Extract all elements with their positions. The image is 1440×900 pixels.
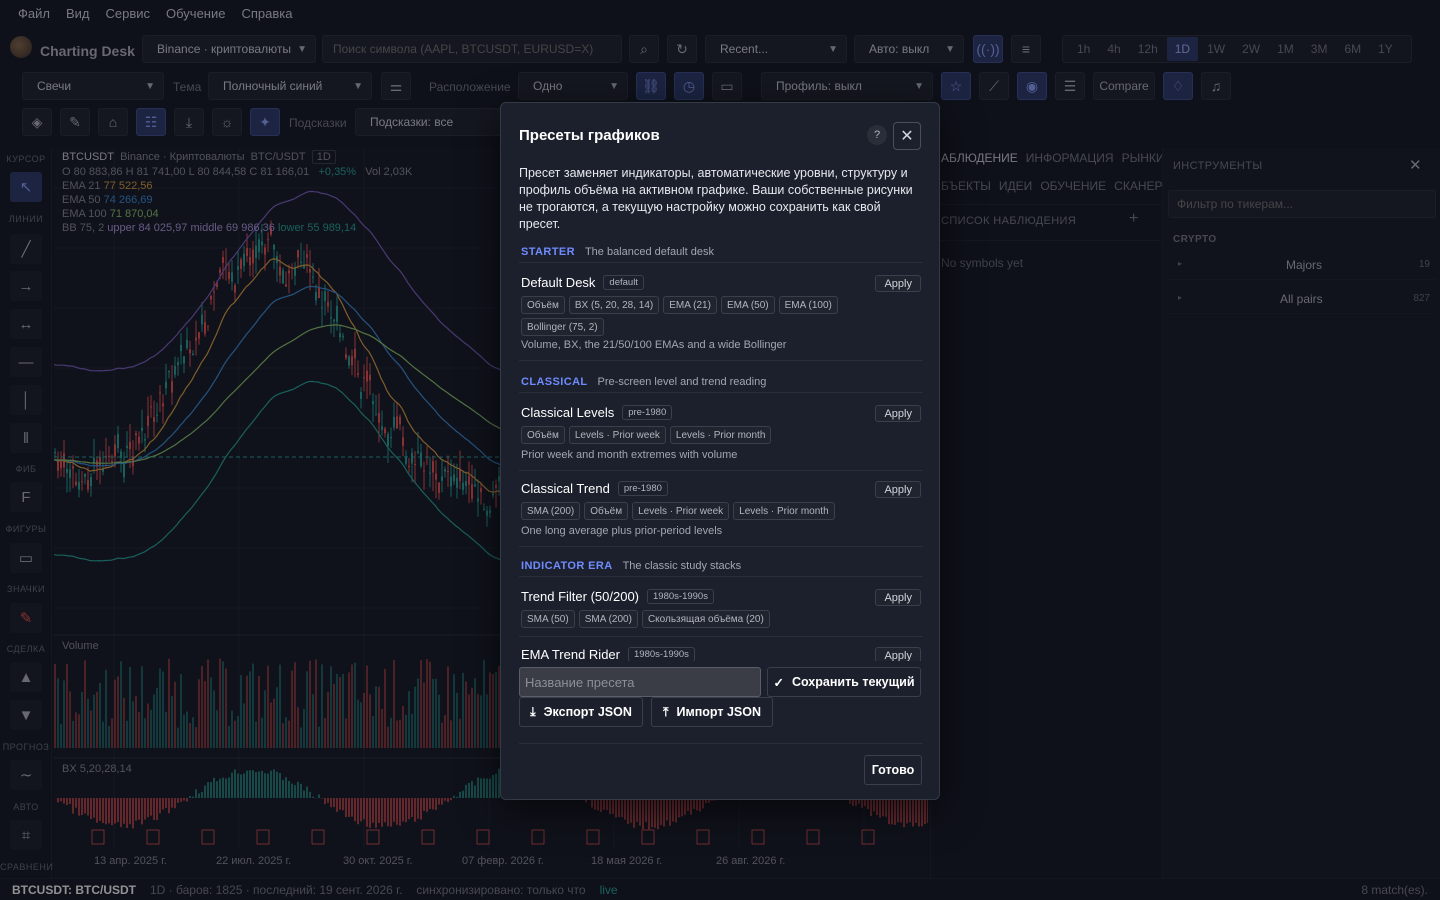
help-button[interactable]: ? <box>867 125 887 145</box>
preset-name-row: Classical Trend pre-1980 <box>521 481 668 496</box>
group-key: INDICATOR ERA <box>521 559 613 572</box>
indicator-chip: Levels · Prior month <box>669 426 772 444</box>
indicator-chip: Объём <box>521 296 565 314</box>
presets-dialog: Пресеты графиков ? ✕ Пресет заменяет инд… <box>500 102 940 800</box>
indicator-chips: SMA (50) SMA (200) Скользящая объёма (20… <box>521 610 841 628</box>
indicator-chip: Levels · Prior week <box>568 426 666 444</box>
group-key: STARTER <box>521 245 575 258</box>
indicator-chip: Объём <box>521 426 565 444</box>
group-header-indicator-era: INDICATOR ERA The classic study stacks <box>519 555 923 577</box>
preset-description: One long average plus prior-period level… <box>521 525 723 537</box>
indicator-chip: EMA (50) <box>720 296 775 314</box>
dialog-title: Пресеты графиков <box>519 127 660 144</box>
era-badge: default <box>603 275 644 290</box>
era-badge: 1980s-1990s <box>647 589 714 604</box>
preset-name-row: Classical Levels pre-1980 <box>521 405 673 420</box>
preset-name-input[interactable] <box>519 667 761 697</box>
era-badge: 1980s-1990s <box>628 647 695 661</box>
export-json-label: Экспорт JSON <box>543 705 632 719</box>
done-button[interactable]: Готово <box>864 755 922 785</box>
dialog-description: Пресет заменяет индикаторы, автоматическ… <box>519 166 913 231</box>
preset-name: EMA Trend Rider <box>521 647 620 661</box>
indicator-chip: EMA (21) <box>663 296 717 314</box>
group-header-classical: CLASSICAL Pre-screen level and trend rea… <box>519 371 923 393</box>
preset-name: Classical Levels <box>521 405 615 420</box>
preset-name-row: Trend Filter (50/200) 1980s-1990s <box>521 589 714 604</box>
indicator-chips: Объём BX (5, 20, 28, 14) EMA (21) EMA (5… <box>521 296 841 336</box>
preset-name-row: EMA Trend Rider 1980s-1990s <box>521 647 695 661</box>
divider <box>519 743 923 744</box>
indicator-chips: Объём Levels · Prior week Levels · Prior… <box>521 426 841 444</box>
preset-default-desk: Default Desk default Apply Объём BX (5, 2… <box>519 275 923 361</box>
preset-trend-filter: Trend Filter (50/200) 1980s-1990s Apply S… <box>519 589 923 637</box>
checkmark-icon: ✓ <box>773 675 784 690</box>
apply-button[interactable]: Apply <box>875 647 921 661</box>
preset-classical-levels: Classical Levels pre-1980 Apply Объём Lev… <box>519 405 923 471</box>
upload-icon: ⤒ <box>662 704 669 719</box>
preset-classical-trend: Classical Trend pre-1980 Apply SMA (200) … <box>519 481 923 547</box>
apply-button[interactable]: Apply <box>875 589 921 606</box>
indicator-chip: Levels · Prior month <box>733 502 835 520</box>
indicator-chip: SMA (200) <box>521 502 581 520</box>
preset-name-row: Default Desk default <box>521 275 644 290</box>
group-header-starter: STARTER The balanced default desk <box>519 241 923 263</box>
import-json-label: Импорт JSON <box>676 705 762 719</box>
preset-description: Prior week and month extremes with volum… <box>521 449 738 461</box>
indicator-chip: SMA (200) <box>578 610 638 628</box>
era-badge: pre-1980 <box>617 481 668 496</box>
preset-ema-trend-rider: EMA Trend Rider 1980s-1990s Apply <box>519 647 923 661</box>
indicator-chips: SMA (200) Объём Levels · Prior week Leve… <box>521 502 841 520</box>
group-subtitle: Pre-screen level and trend reading <box>597 375 767 388</box>
group-subtitle: The balanced default desk <box>584 245 714 258</box>
preset-name: Default Desk <box>521 275 596 290</box>
apply-button[interactable]: Apply <box>875 405 921 422</box>
apply-button[interactable]: Apply <box>875 275 921 292</box>
import-json-button[interactable]: ⤒ Импорт JSON <box>651 697 773 727</box>
indicator-chip: Объём <box>584 502 629 520</box>
group-subtitle: The classic study stacks <box>622 559 742 572</box>
dialog-close-button[interactable]: ✕ <box>893 122 921 150</box>
indicator-chip: Levels · Prior week <box>632 502 730 520</box>
preset-name: Classical Trend <box>521 481 610 496</box>
save-current-button[interactable]: ✓ Сохранить текущий <box>767 667 921 697</box>
save-current-label: Сохранить текущий <box>791 675 915 689</box>
export-json-button[interactable]: ⤓ Экспорт JSON <box>519 697 643 727</box>
indicator-chip: SMA (50) <box>521 610 575 628</box>
indicator-chip: Скользящая объёма (20) <box>641 610 770 628</box>
group-key: CLASSICAL <box>521 375 588 388</box>
download-icon: ⤓ <box>530 704 536 719</box>
apply-button[interactable]: Apply <box>875 481 921 498</box>
era-badge: pre-1980 <box>622 405 673 420</box>
preset-list[interactable]: STARTER The balanced default desk Defaul… <box>519 241 923 661</box>
preset-name: Trend Filter (50/200) <box>521 589 640 604</box>
close-icon: ✕ <box>900 128 914 145</box>
indicator-chip: BX (5, 20, 28, 14) <box>568 296 660 314</box>
preset-description: Volume, BX, the 21/50/100 EMAs and a wid… <box>521 339 787 351</box>
indicator-chip: EMA (100) <box>778 296 838 314</box>
indicator-chip: Bollinger (75, 2) <box>521 318 604 336</box>
